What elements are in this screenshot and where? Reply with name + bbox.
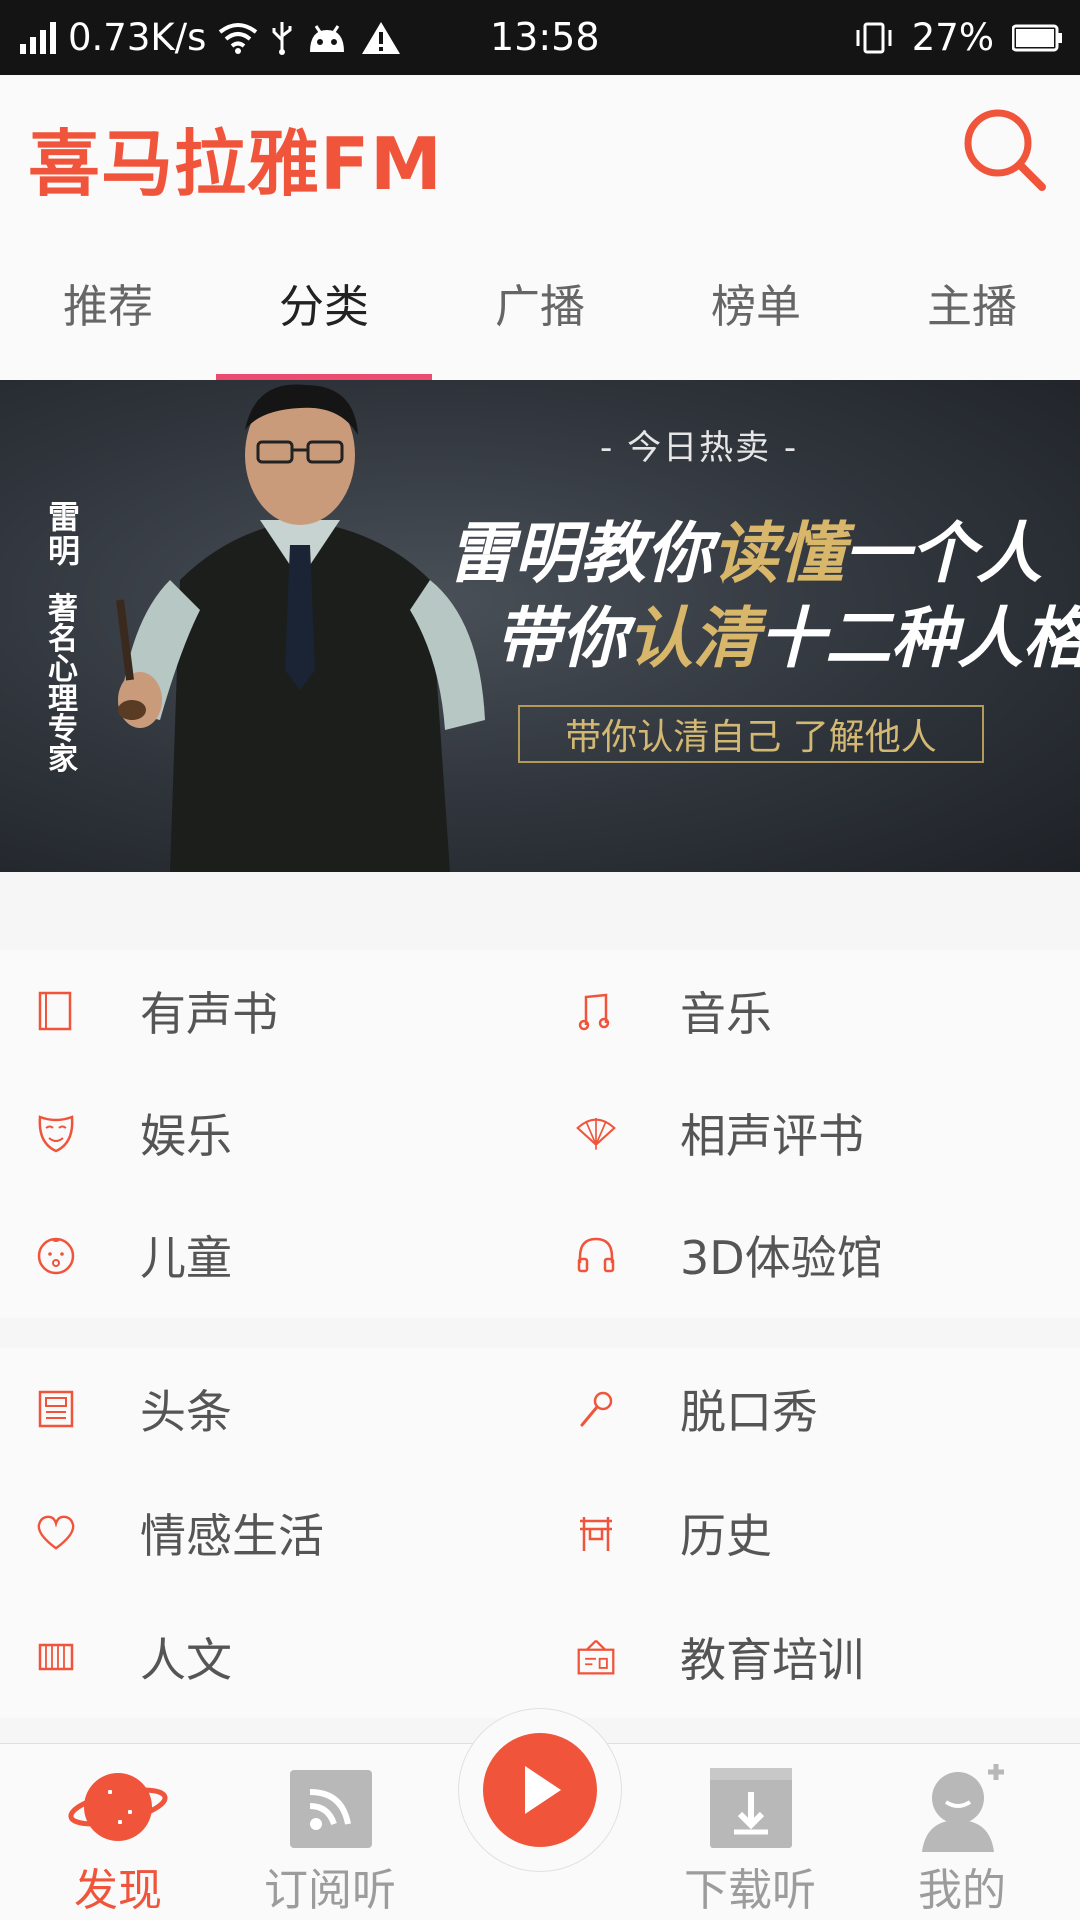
category-label: 教育培训 — [680, 1633, 864, 1687]
banner-speaker-name: 雷明 — [48, 498, 81, 570]
speaker-photo — [116, 384, 485, 872]
banner-speaker-title: 著名心理专家 — [48, 592, 78, 777]
nav-mine[interactable]: 我的 — [862, 1744, 1062, 1920]
gate-icon — [576, 1513, 616, 1553]
warning-icon — [360, 20, 402, 56]
network-speed: 0.73K/s — [68, 16, 207, 59]
category-children[interactable]: 儿童 — [0, 1194, 540, 1316]
tab-recommend[interactable]: 推荐 — [0, 225, 216, 380]
category-music[interactable]: 音乐 — [540, 950, 1080, 1072]
search-icon — [964, 109, 1046, 191]
profile-icon — [922, 1764, 1004, 1852]
banner-headline-1-post: 一个人 — [844, 515, 1042, 592]
nav-label: 订阅听 — [264, 1865, 396, 1916]
tab-category[interactable]: 分类 — [216, 225, 432, 380]
baby-face-icon — [36, 1235, 76, 1275]
category-entertainment[interactable]: 娱乐 — [0, 1072, 540, 1194]
category-label: 人文 — [140, 1633, 232, 1687]
category-label: 相声评书 — [680, 1109, 864, 1163]
category-group-1: 有声书 音乐 娱乐 相声评书 儿童 3D体验馆 — [0, 950, 1080, 1318]
category-label: 头条 — [140, 1385, 232, 1439]
nav-label: 我的 — [918, 1865, 1006, 1916]
promo-banner[interactable]: 雷明 著名心理专家 - 今日热卖 - 雷明教你读懂一个人 带你认清十二种人格 带… — [0, 380, 1080, 872]
status-bar: 0.73K/s 13:58 27% — [0, 0, 1080, 75]
category-label: 有声书 — [140, 987, 278, 1041]
nav-download[interactable]: 下载听 — [650, 1744, 850, 1920]
status-time: 13:58 — [490, 15, 600, 59]
fan-icon — [576, 1113, 616, 1153]
microphone-icon — [576, 1389, 616, 1429]
battery-icon — [1012, 24, 1062, 52]
banner-headline-1-highlight: 读懂 — [712, 515, 844, 592]
category-label: 脱口秀 — [680, 1385, 818, 1439]
app-logo: 喜马拉雅FM — [28, 122, 443, 206]
play-icon — [525, 1766, 561, 1814]
scroll-icon — [36, 1637, 76, 1677]
category-emotion[interactable]: 情感生活 — [0, 1472, 540, 1594]
search-button[interactable] — [960, 105, 1050, 195]
headphones-icon — [576, 1235, 616, 1275]
banner-kicker: - 今日热卖 - — [600, 428, 799, 468]
category-headlines[interactable]: 头条 — [0, 1348, 540, 1470]
category-label: 情感生活 — [140, 1509, 324, 1563]
tab-ranking[interactable]: 榜单 — [648, 225, 864, 380]
usb-icon — [270, 20, 294, 56]
planet-icon — [68, 1773, 168, 1841]
banner-tagline: 带你认清自己 了解他人 — [518, 705, 984, 763]
category-label: 3D体验馆 — [680, 1231, 883, 1285]
mask-icon — [36, 1113, 76, 1153]
tab-radio[interactable]: 广播 — [432, 225, 648, 380]
banner-headline-1: 雷明教你读懂一个人 — [448, 500, 1042, 596]
category-label: 儿童 — [140, 1231, 232, 1285]
nav-label: 下载听 — [684, 1865, 816, 1916]
nav-subscribe[interactable]: 订阅听 — [230, 1744, 430, 1920]
banner-headline-1-pre: 雷明教你 — [448, 515, 712, 592]
nav-label: 发现 — [74, 1865, 162, 1916]
android-icon — [306, 22, 348, 54]
banner-headline-2-pre: 带你 — [495, 600, 627, 677]
category-history[interactable]: 历史 — [540, 1472, 1080, 1594]
status-bar-left: 0.73K/s — [20, 0, 402, 75]
category-talkshow[interactable]: 脱口秀 — [540, 1348, 1080, 1470]
signal-icon — [20, 21, 56, 54]
download-box-icon — [710, 1768, 792, 1848]
banner-headline-2-highlight: 认清 — [627, 600, 759, 677]
play-button-circle — [483, 1733, 597, 1847]
category-3d[interactable]: 3D体验馆 — [540, 1194, 1080, 1316]
banner-headline-2-post: 十二种人格 — [759, 600, 1080, 677]
book-icon — [36, 991, 76, 1031]
music-icon — [576, 991, 616, 1031]
battery-percent: 27% — [911, 16, 994, 59]
vibrate-icon — [854, 20, 894, 56]
app-header: 喜马拉雅FM — [0, 75, 1080, 225]
category-group-2: 头条 脱口秀 情感生活 历史 人文 教育培训 — [0, 1348, 1080, 1718]
blackboard-icon — [576, 1637, 616, 1677]
rss-icon — [290, 1770, 372, 1848]
category-tabs: 推荐 分类 广播 榜单 主播 — [0, 225, 1080, 380]
wifi-icon — [218, 22, 258, 54]
heart-icon — [36, 1513, 76, 1553]
banner-headline-2: 带你认清十二种人格 — [495, 585, 1080, 681]
status-bar-right: 27% — [854, 0, 1062, 75]
category-audiobook[interactable]: 有声书 — [0, 950, 540, 1072]
category-humanities[interactable]: 人文 — [0, 1596, 540, 1718]
category-crosstalk[interactable]: 相声评书 — [540, 1072, 1080, 1194]
newspaper-icon — [36, 1389, 76, 1429]
tab-anchor[interactable]: 主播 — [864, 225, 1080, 380]
category-label: 音乐 — [680, 987, 772, 1041]
category-label: 娱乐 — [140, 1109, 232, 1163]
play-button[interactable] — [458, 1708, 622, 1872]
category-label: 历史 — [680, 1509, 772, 1563]
nav-discover[interactable]: 发现 — [18, 1744, 218, 1920]
category-education[interactable]: 教育培训 — [540, 1596, 1080, 1718]
